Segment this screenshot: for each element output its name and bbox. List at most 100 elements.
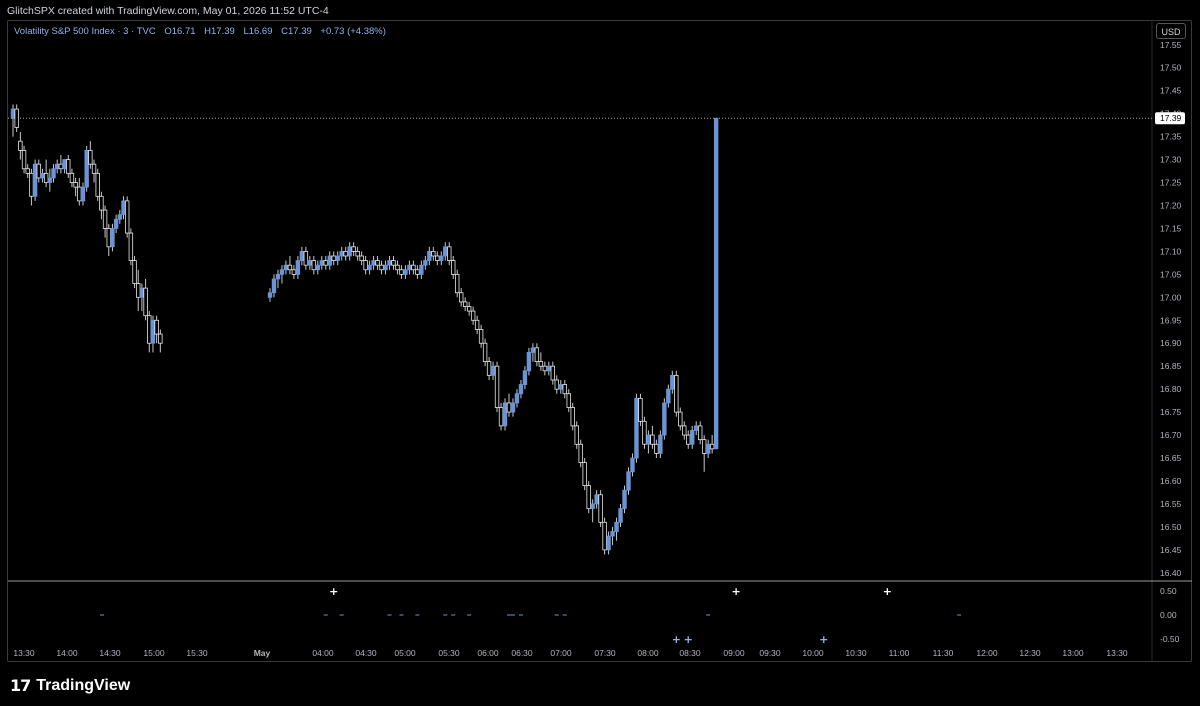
candle-body [102,209,108,229]
candle-body [634,397,639,459]
y-tick-label: 17.55 [1160,40,1182,50]
candle-body [62,159,67,170]
candle-body [439,255,444,261]
x-tick-label: 14:00 [56,648,78,658]
x-tick-label: 10:30 [845,648,867,658]
candle-body [534,347,540,363]
candle-body [474,319,480,330]
candle-body [47,177,53,183]
candle-body [713,117,719,450]
candle-body [347,246,352,257]
candle-body [51,168,56,179]
candle-body [701,439,707,454]
candle-body [451,260,456,275]
candle-body [490,365,496,376]
tradingview-logo-icon: 17 [10,676,31,695]
candle-body [311,260,317,271]
low-value: L16.69 [243,26,273,37]
candle-body [622,489,627,509]
y-tick-label: 17.10 [1160,246,1182,256]
x-tick-label: 11:00 [889,648,910,658]
candle-body [486,361,492,376]
candle-body [510,402,516,413]
candle-body [642,420,647,445]
candle-body [343,250,348,257]
x-tick-label: 09:30 [759,648,781,658]
x-tick-label: 08:00 [637,648,659,658]
candle-body [287,264,293,271]
candle-body [566,393,571,408]
y-tick-label: 16.45 [1160,545,1182,555]
candle-body [95,172,100,197]
candle-body [626,471,631,491]
candle-body [267,292,273,298]
candle-body [40,172,45,179]
candle-body [291,269,297,275]
footer [0,670,1200,706]
x-tick-label: 04:30 [355,648,377,658]
candle-body [443,246,448,257]
candle-body [470,310,476,321]
x-tick-label: 08:30 [679,648,701,658]
candle-body [25,168,30,174]
candle-body [614,521,619,532]
candle-body [415,269,420,275]
candle-body [690,430,695,445]
brand[interactable]: 17 TradingView [10,676,130,695]
candle-body [526,352,532,372]
signal-marker: + [672,633,681,646]
last-price-label: 17.39 [1160,113,1182,123]
candle-body [18,140,23,151]
candle-body [136,283,141,298]
candle-body [482,342,488,363]
x-tick-label: 06:30 [511,648,533,658]
candle-body [654,443,659,454]
candle-body [638,397,643,422]
y-tick-label: 17.50 [1160,63,1182,73]
candle-body [558,384,563,390]
y-tick-label: 16.75 [1160,407,1182,417]
y-tick-label: 16.90 [1160,338,1182,348]
candle-body [73,182,78,188]
candle-body [84,149,89,188]
candle-body [66,159,71,174]
candle-body [610,531,615,537]
candle-body [546,365,552,372]
y-tick-label: 17.25 [1160,178,1182,188]
candle-body [447,246,452,261]
candle-body [618,508,623,523]
candle-body [498,407,504,427]
candle-body [371,260,376,266]
candle-body [590,503,595,509]
currency-button[interactable]: USD [1156,23,1186,39]
candle-body [494,365,500,408]
candle-body [674,374,679,413]
subpane-y-tick: 0.00 [1160,610,1177,620]
x-tick-label: 10:00 [802,648,824,658]
brand-name: TradingView [36,676,131,694]
close-value: C17.39 [281,26,312,37]
candle-body [367,264,372,271]
candle-body [383,264,388,271]
candle-body [307,260,313,266]
candle-body [121,200,126,216]
candlestick-chart[interactable]: 17.5517.5017.4517.4017.3517.3017.2517.20… [0,0,1200,706]
candle-body [542,365,548,372]
candle-body [427,250,432,261]
candle-body [407,264,412,271]
candle-body [271,278,277,294]
x-tick-label: 13:00 [1062,648,1084,658]
candle-body [431,250,436,257]
candle-body [327,255,332,266]
candle-body [455,273,460,294]
y-tick-label: 16.85 [1160,361,1182,371]
candle-body [462,301,468,307]
candle-body [458,292,464,303]
x-tick-label: 12:30 [1019,648,1041,658]
candle-body [399,269,404,275]
candle-body [582,462,587,486]
x-tick-label: 07:30 [594,648,616,658]
x-tick-label: 05:00 [394,648,416,658]
candle-body [506,402,512,413]
candle-body [403,269,408,275]
